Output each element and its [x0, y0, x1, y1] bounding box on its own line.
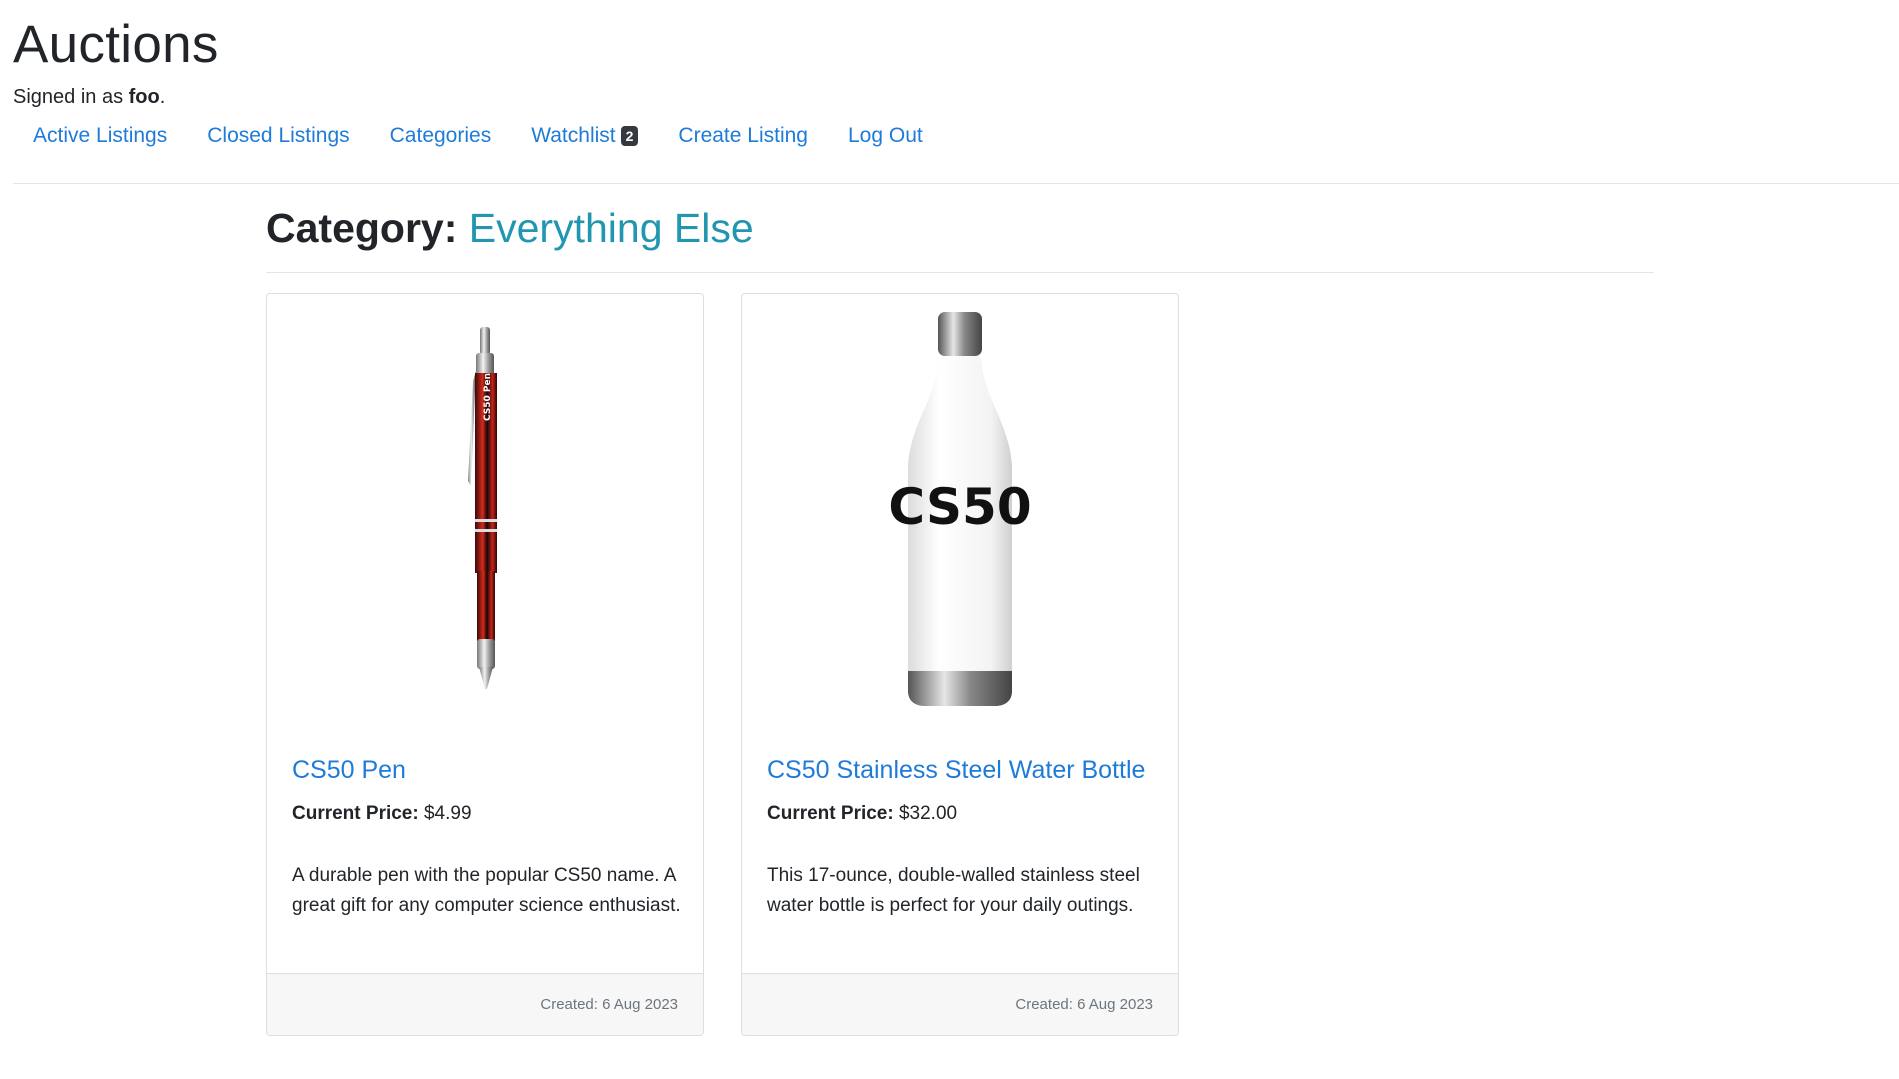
- bottle-image: CS50: [890, 312, 1030, 706]
- listing-description: This 17-ounce, double-walled stainless s…: [767, 865, 1140, 916]
- price-value: $4.99: [423, 803, 472, 824]
- nav-active-listings[interactable]: Active Listings: [13, 124, 187, 148]
- site-title: Auctions: [13, 15, 219, 74]
- listing-image-bottle[interactable]: CS50: [742, 294, 1178, 728]
- listing-title-link[interactable]: CS50 Pen: [292, 756, 406, 785]
- nav-categories[interactable]: Categories: [370, 124, 512, 148]
- category-label: Category:: [266, 205, 458, 251]
- price-value: $32.00: [898, 803, 958, 824]
- bottle-logo-text: CS50: [890, 478, 1030, 536]
- signed-in-suffix: .: [159, 86, 166, 108]
- listing-card: CS50 Pen CS50 Pen Current Price: $4.99 A…: [266, 293, 704, 1036]
- price-label: Current Price:: [767, 803, 894, 824]
- category-divider: [266, 272, 1654, 273]
- listing-image-pen[interactable]: CS50 Pen: [267, 294, 703, 728]
- nav-watchlist[interactable]: Watchlist 2: [511, 124, 658, 148]
- nav-closed-listings[interactable]: Closed Listings: [187, 124, 369, 148]
- main-nav: Active Listings Closed Listings Categori…: [13, 124, 943, 148]
- pen-imprint-text: CS50 Pen: [483, 373, 493, 421]
- listing-price: Current Price: $32.00: [767, 803, 957, 825]
- category-name: Everything Else: [468, 205, 754, 251]
- price-label: Current Price:: [292, 803, 419, 824]
- nav-create-listing[interactable]: Create Listing: [658, 124, 828, 148]
- category-heading: Category: Everything Else: [266, 205, 754, 252]
- nav-divider: [13, 183, 1899, 184]
- signed-in-prefix: Signed in as: [13, 86, 124, 108]
- listing-created-date: Created: 6 Aug 2023: [1015, 996, 1153, 1013]
- signed-in-status: Signed in as foo.: [13, 86, 165, 109]
- username: foo: [128, 86, 160, 108]
- pen-image: CS50 Pen: [468, 327, 497, 689]
- nav-log-out[interactable]: Log Out: [828, 124, 943, 148]
- listing-footer: Created: 6 Aug 2023: [742, 973, 1178, 1035]
- listing-card: CS50 CS50 Stainless Steel Water Bottle C…: [741, 293, 1179, 1036]
- listing-description: A durable pen with the popular CS50 name…: [292, 865, 681, 916]
- listing-title-link[interactable]: CS50 Stainless Steel Water Bottle: [767, 756, 1145, 785]
- watchlist-count-badge: 2: [620, 126, 639, 146]
- listing-created-date: Created: 6 Aug 2023: [540, 996, 678, 1013]
- nav-watchlist-label: Watchlist: [531, 124, 616, 147]
- listing-price: Current Price: $4.99: [292, 803, 472, 825]
- listing-footer: Created: 6 Aug 2023: [267, 973, 703, 1035]
